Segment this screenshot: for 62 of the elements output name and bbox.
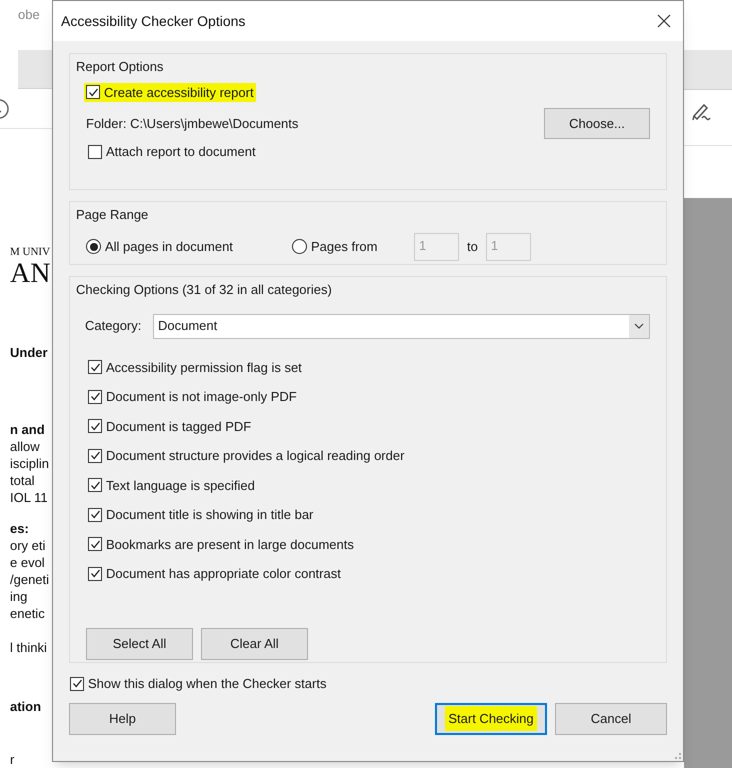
document-text: allow [10,438,41,455]
checkbox[interactable] [88,566,102,581]
group-title: Page Range [76,206,150,224]
checkbox[interactable] [88,144,102,159]
radio-button[interactable] [292,239,307,254]
category-dropdown[interactable]: Document [153,314,650,338]
document-text: n and [10,420,46,438]
checkbox[interactable] [88,537,102,552]
select-all-button[interactable]: Select All [86,628,193,660]
radio-button[interactable] [86,239,101,254]
radio-label: Pages from [311,238,378,256]
document-text: r [10,750,16,768]
checkbox-label: Create accessibility report [104,84,254,102]
document-text: isciplin [10,454,50,472]
checkbox-label: Document is not image-only PDF [106,388,297,406]
choose-button[interactable]: Choose... [544,108,650,139]
window-title: Accessibility Checker Options [61,12,246,31]
checkbox-label: Show this dialog when the Checker starts [88,675,326,693]
checkbox-label: Document structure provides a logical reading order [106,447,404,465]
document-text: ing [10,588,28,605]
document-text: e evol [10,554,46,571]
checkbox-label: Bookmarks are present in large documents [106,536,354,554]
document-text: AN [10,258,52,289]
document-text: M UNIV [10,244,52,259]
document-text: IOL 11 [10,488,49,506]
checkbox[interactable] [88,508,102,522]
document-text: Under [10,344,49,361]
group-title: Checking Options (31 of 32 in all categories) [76,281,333,299]
document-text: /geneti [10,570,50,588]
radio-label: All pages in document [105,238,233,256]
checkbox[interactable] [88,448,102,463]
checkbox-label: Document title is showing in title bar [106,506,314,524]
checkbox[interactable] [88,419,102,434]
document-text: enetic [10,604,46,622]
checkbox[interactable] [88,360,102,374]
document-text: ory eti [10,536,46,554]
chevron-down-icon [634,323,644,329]
dialog-button[interactable]: Cancel [555,702,667,734]
circle-check-icon[interactable] [0,98,10,120]
folder-path: Folder: C:\Users\jmbewe\Documents [86,114,298,133]
clear-all-button[interactable]: Clear All [201,628,308,660]
checkbox-label: Document has appropriate color contrast [106,565,341,583]
checkbox-label: Document is tagged PDF [106,418,252,436]
to-label: to [467,238,478,256]
checkbox[interactable] [70,676,84,691]
category-label: Category: [85,317,142,336]
close-icon[interactable] [657,14,671,28]
checkbox-label: Accessibility permission flag is set [106,358,302,377]
checkbox[interactable] [86,85,100,100]
document-text: total [10,472,36,489]
checkbox-label: Text language is specified [106,476,255,495]
resize-grip-icon[interactable] [675,753,681,759]
group-title: Report Options [76,58,164,76]
document-text: l thinki [10,638,48,656]
dialog-button[interactable]: Start Checking [435,702,547,734]
checkbox-label: Attach report to document [106,143,256,161]
app-title: obe [18,6,40,24]
checkbox[interactable] [88,478,102,492]
document-text: es: [10,520,30,537]
checkbox[interactable] [88,390,102,404]
document-text: ation [10,698,42,715]
dialog-button[interactable]: Help [69,702,176,734]
